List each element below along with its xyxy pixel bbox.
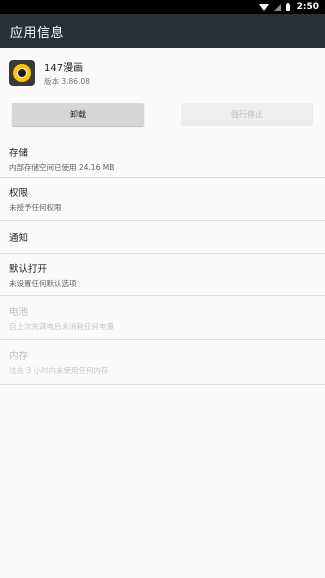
- setting-title: 存储: [9, 148, 29, 159]
- wifi-icon: [258, 3, 269, 11]
- setting-open-by-default[interactable]: 默认打开 未设置任何默认选项: [0, 254, 325, 296]
- setting-title: 默认打开: [9, 263, 48, 275]
- setting-notifications[interactable]: 通知: [0, 221, 325, 254]
- status-bar: 2:50: [0, 0, 325, 14]
- setting-summary: 未授予任何权限: [9, 203, 62, 212]
- page-title: 应用信息: [10, 25, 65, 41]
- app-logo-icon: [9, 60, 35, 86]
- toolbar: 应用信息: [0, 14, 325, 48]
- force-stop-button: 强行停止: [181, 103, 313, 126]
- status-time: 2:50: [296, 2, 319, 12]
- setting-permissions[interactable]: 权限 未授予任何权限: [0, 178, 325, 221]
- setting-title: 电池: [9, 306, 29, 318]
- app-name: 147漫画: [44, 63, 84, 74]
- setting-memory: 内存 过去 3 小时内未使用任何内存: [0, 340, 325, 385]
- setting-summary: 内部存储空间已使用 24.16 MB: [9, 163, 115, 172]
- setting-storage[interactable]: 存储 内部存储空间已使用 24.16 MB: [0, 141, 325, 178]
- app-info: 147漫画 版本 3.86.08: [44, 59, 90, 87]
- app-version: 版本 3.86.08: [44, 77, 91, 86]
- app-header: 147漫画 版本 3.86.08: [0, 48, 325, 98]
- settings-list: 存储 内部存储空间已使用 24.16 MB 权限 未授予任何权限 通知 默认打开…: [0, 141, 325, 385]
- setting-summary: 自上次充满电后未消耗任何电量: [9, 321, 114, 331]
- setting-title: 权限: [9, 188, 29, 199]
- uninstall-button[interactable]: 卸载: [12, 103, 144, 126]
- action-buttons: 卸载 强行停止: [0, 100, 325, 141]
- battery-icon: [285, 2, 290, 11]
- setting-title: 内存: [9, 351, 29, 362]
- setting-summary: 过去 3 小时内未使用任何内存: [9, 366, 109, 375]
- setting-title: 通知: [9, 233, 29, 244]
- setting-summary: 未设置任何默认选项: [9, 278, 77, 288]
- setting-battery: 电池 自上次充满电后未消耗任何电量: [0, 296, 325, 340]
- signal-icon: [273, 3, 281, 11]
